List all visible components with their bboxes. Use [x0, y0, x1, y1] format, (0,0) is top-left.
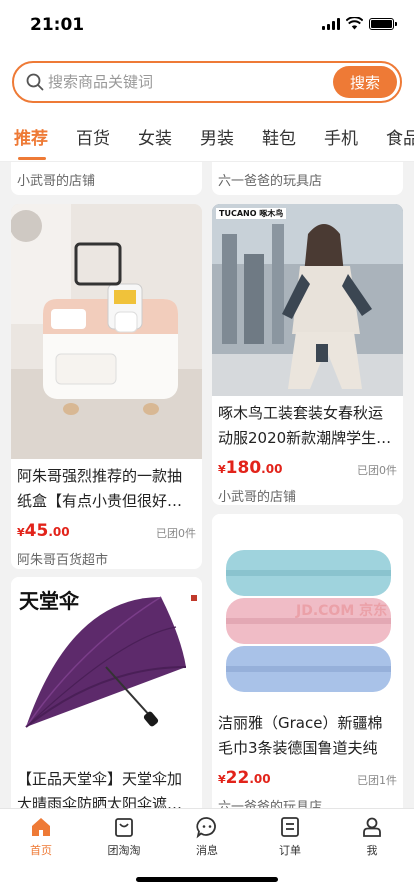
sold-count: 已团0件 [156, 527, 196, 540]
tab-recommended[interactable]: 推荐 [14, 124, 76, 154]
bottom-tab-bar: 首页 团淘淘 消息 订单 我 [0, 808, 414, 896]
tab-me[interactable]: 我 [342, 815, 402, 858]
home-icon [32, 818, 50, 836]
order-icon [281, 817, 299, 837]
status-time: 21:01 [30, 15, 85, 35]
brand-logo: 天堂伞 [19, 589, 79, 613]
tab-mens-clothing[interactable]: 男装 [200, 124, 262, 154]
product-image-tracksuit[interactable]: TUCANO 啄木鸟 [212, 204, 403, 396]
tab-messages[interactable]: 消息 [177, 815, 237, 858]
brand-logo: TUCANO 啄木鸟 [216, 208, 287, 219]
tab-womens-clothing[interactable]: 女装 [138, 124, 200, 154]
product-title: 洁丽雅（Grace）新疆棉毛巾3条装德国鲁道夫纯棉… [218, 714, 383, 757]
product-title: 【正品天堂伞】天堂伞加大晴雨伞防晒太阳伞遮… [17, 770, 183, 808]
product-price: ¥22.00 [218, 768, 271, 788]
message-icon [196, 817, 216, 839]
active-tab-indicator [18, 157, 46, 160]
tab-label: 我 [366, 844, 378, 857]
product-card-partial[interactable]: 六一爸爸的玩具店 [212, 162, 403, 195]
shop-name: 六一爸爸的玩具店 [218, 174, 323, 189]
search-button[interactable]: 搜索 [333, 66, 397, 98]
shop-name: 小武哥的店铺 [218, 490, 297, 505]
search-box: 搜索 [12, 61, 402, 103]
wifi-icon [346, 17, 363, 30]
bag-icon [115, 818, 133, 837]
cellular-signal-icon [322, 17, 340, 30]
product-card[interactable]: TUCANO 啄木鸟 啄木鸟工装套装女春秋运动服2020新款潮牌学生… ¥180… [212, 204, 403, 505]
product-image-tissue-box[interactable] [11, 204, 202, 459]
product-price: ¥45.00 [17, 521, 70, 541]
product-card[interactable]: 阿朱哥强烈推荐的一款抽纸盒【有点小贵但很好… ¥45.00 已团0件 阿朱哥百货… [11, 204, 202, 569]
product-image-towels[interactable]: JD.COM 京东 [212, 514, 403, 706]
tab-food[interactable]: 食品 [386, 124, 414, 154]
watermark: JD.COM 京东 [296, 603, 388, 619]
shop-name: 阿朱哥百货超市 [17, 553, 109, 568]
tab-label: 团淘淘 [107, 844, 141, 857]
tab-phones[interactable]: 手机 [324, 124, 386, 154]
search-input[interactable] [48, 63, 328, 101]
tab-label: 订单 [279, 844, 301, 857]
tab-orders[interactable]: 订单 [260, 815, 320, 858]
product-card[interactable]: JD.COM 京东 洁丽雅（Grace）新疆棉毛巾3条装德国鲁道夫纯棉… ¥22… [212, 514, 403, 808]
status-icons [322, 17, 397, 30]
shop-name: 小武哥的店铺 [17, 174, 96, 189]
product-image-umbrella[interactable]: 天堂伞 [11, 577, 202, 762]
tab-shoes-bags[interactable]: 鞋包 [262, 124, 324, 154]
battery-icon [369, 17, 397, 30]
product-card-partial[interactable]: 小武哥的店铺 [11, 162, 202, 195]
status-bar: 21:01 [0, 0, 414, 52]
tab-label: 消息 [196, 844, 218, 857]
product-feed[interactable]: 小武哥的店铺 六一爸爸的玩具店 阿朱哥强烈推荐的一款抽纸盒【有点小贵但很好… ¥… [0, 162, 414, 808]
tab-group-buy[interactable]: 团淘淘 [94, 815, 154, 858]
user-icon [363, 817, 381, 837]
tab-home[interactable]: 首页 [11, 815, 71, 858]
product-price: ¥180.00 [218, 458, 283, 478]
search-header: 搜索 [0, 52, 414, 114]
tab-general-goods[interactable]: 百货 [76, 124, 138, 154]
tab-label: 首页 [30, 844, 52, 857]
search-icon [26, 73, 44, 91]
shop-name: 六一爸爸的玩具店 [218, 800, 323, 808]
category-tabs: 推荐 百货 女装 男装 鞋包 手机 食品 [0, 114, 414, 162]
sold-count: 已团0件 [357, 464, 397, 477]
product-title: 阿朱哥强烈推荐的一款抽纸盒【有点小贵但很好… [17, 467, 183, 510]
product-card[interactable]: 天堂伞 【正品天堂伞】天堂伞加大晴雨伞防晒太阳伞遮… [11, 577, 202, 808]
product-title: 啄木鸟工装套装女春秋运动服2020新款潮牌学生… [218, 404, 392, 447]
sold-count: 已团1件 [357, 774, 397, 787]
home-indicator [136, 877, 278, 882]
